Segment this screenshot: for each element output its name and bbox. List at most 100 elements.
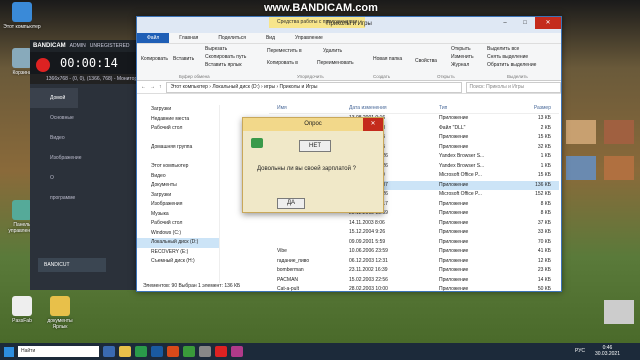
control-panel-icon [12, 200, 32, 220]
copy-path-button[interactable]: Скопировать путь [205, 54, 246, 60]
ribbon-tabs: Файл Главная Поделиться Вид Управление [137, 33, 561, 44]
column-name[interactable]: Имя [269, 103, 349, 113]
file-row[interactable]: 09.09.2001 5:59 Приложение 70 КБ [269, 238, 559, 248]
app-icon [251, 138, 263, 148]
cut-button[interactable]: Вырезать [205, 46, 227, 52]
forward-arrow-icon[interactable]: → [150, 84, 155, 90]
file-row[interactable]: bomberman 23.11.2002 16:39 Приложение 23 КБ [269, 266, 559, 276]
nav-item[interactable]: Локальный диск (D:) [137, 238, 219, 248]
bandicam-icon[interactable] [215, 346, 227, 357]
move-to-button[interactable]: Переместить в [267, 48, 302, 54]
nav-item[interactable]: Видео [137, 172, 219, 182]
select-none-button[interactable]: Снять выделение [487, 54, 528, 60]
paste-shortcut-button[interactable]: Вставить ярлык [205, 62, 242, 68]
tab-share[interactable]: Поделиться [208, 33, 256, 43]
unregistered-badge: UNREGISTERED [89, 43, 130, 49]
nav-video[interactable]: Видео [30, 128, 78, 148]
nav-item[interactable]: Домашняя группа [137, 143, 219, 153]
paste-button[interactable]: Вставить [173, 56, 194, 62]
copy-to-button[interactable]: Копировать в [267, 60, 298, 66]
desktop-thumbnail[interactable] [566, 156, 596, 180]
file-size: 23 КБ [537, 267, 551, 273]
computer-icon [12, 2, 32, 22]
start-button[interactable] [4, 346, 14, 357]
task-view-icon[interactable] [103, 346, 115, 357]
edit-button[interactable]: Изменить [451, 54, 474, 60]
desktop-thumbnail[interactable] [566, 120, 596, 144]
dialog-question: Довольны ли вы своей зарплатой ? [257, 166, 356, 172]
desktop-icon-passfab[interactable]: PassFab [2, 296, 42, 324]
tab-file[interactable]: Файл [137, 33, 170, 43]
new-folder-button[interactable]: Новая папка [373, 56, 402, 62]
delete-button[interactable]: Удалить [323, 48, 342, 54]
select-all-button[interactable]: Выделить все [487, 46, 519, 52]
nav-item[interactable]: Съемный диск (H:) [137, 257, 219, 267]
properties-button[interactable]: Свойства [415, 58, 437, 64]
taskbar-search[interactable]: Найти [18, 346, 99, 357]
open-button[interactable]: Открыть [451, 46, 471, 52]
minecraft-icon[interactable] [183, 346, 195, 357]
nav-item[interactable]: Загрузки [137, 105, 219, 115]
hp-icon[interactable] [151, 346, 163, 357]
address-bar[interactable]: Этот компьютер › Локальный диск (D:) › и… [165, 81, 462, 93]
rename-button[interactable]: Переименовать [317, 60, 354, 66]
file-row[interactable]: 15.12.2004 9:26 Приложение 33 КБ [269, 228, 559, 238]
file-row[interactable]: 14.11.2003 8:06 Приложение 37 КБ [269, 219, 559, 229]
nav-general[interactable]: Основные [30, 108, 78, 128]
column-date[interactable]: Дата изменения [349, 103, 439, 113]
file-type: Yandex Browser S... [439, 162, 485, 169]
app-icon[interactable] [231, 346, 243, 357]
nav-item[interactable]: Этот компьютер [137, 162, 219, 172]
file-date: 23.11.2002 16:39 [349, 267, 388, 273]
desktop-thumbnail[interactable] [604, 300, 634, 324]
close-button[interactable]: ✕ [535, 17, 561, 29]
nav-item[interactable]: Windows (C:) [137, 229, 219, 239]
up-arrow-icon[interactable]: ↑ [159, 84, 162, 90]
nav-item[interactable]: Загрузки [137, 191, 219, 201]
tab-manage[interactable]: Управление [285, 33, 333, 43]
nav-item[interactable]: RECOVERY (E:) [137, 248, 219, 258]
nav-about[interactable]: О программе [30, 168, 78, 201]
back-arrow-icon[interactable]: ← [141, 84, 146, 90]
bandicut-button[interactable]: BANDICUT [38, 258, 106, 272]
column-type[interactable]: Тип [439, 103, 511, 113]
maximize-button[interactable]: □ [515, 17, 535, 29]
file-row[interactable]: Vibe 10.06.2006 23:59 Приложение 41 КБ [269, 247, 559, 257]
nav-item[interactable]: Музыка [137, 210, 219, 220]
file-name [269, 228, 349, 238]
tab-home[interactable]: Главная [169, 33, 208, 43]
invert-selection-button[interactable]: Обратить выделение [487, 62, 536, 68]
nav-item[interactable]: Рабочий стол [137, 219, 219, 229]
browser-icon[interactable] [135, 346, 147, 357]
clock[interactable]: 0:46 30.03.2021 [595, 345, 620, 357]
yes-button[interactable]: ДА [277, 198, 305, 209]
nav-item[interactable]: Документы [137, 181, 219, 191]
column-size[interactable]: Размер [511, 103, 551, 113]
record-button[interactable] [36, 58, 50, 72]
language-indicator[interactable]: РУС [575, 348, 585, 354]
minimize-button[interactable]: – [495, 17, 515, 29]
nav-item[interactable]: Рабочий стол [137, 124, 219, 134]
copy-button[interactable]: Копировать [141, 56, 168, 62]
nav-image[interactable]: Изображение [30, 148, 82, 168]
desktop-thumbnail[interactable] [604, 120, 634, 144]
select-group-label: Выделить [507, 74, 528, 79]
desktop-thumbnail[interactable] [604, 156, 634, 180]
nav-item[interactable]: Изображения [137, 200, 219, 210]
no-button[interactable]: НЕТ [299, 140, 331, 152]
file-explorer-icon[interactable] [119, 346, 131, 357]
journal-button[interactable]: Журнал [451, 62, 469, 68]
dialog-close-button[interactable]: ✕ [363, 118, 383, 131]
file-row[interactable]: гадание_пиво 06.12.2003 12:31 Приложение 12… [269, 257, 559, 267]
desktop-icon-computer[interactable]: Этот компьютер [2, 2, 42, 30]
file-size: 13 КБ [537, 115, 551, 121]
desktop-icon-documents[interactable]: документы Ярлык [40, 296, 80, 330]
app-icon[interactable] [199, 346, 211, 357]
nav-home[interactable]: Домой [30, 88, 78, 108]
app-icon[interactable] [167, 346, 179, 357]
nav-item[interactable]: Недавние места [137, 115, 219, 125]
create-group-label: Создать [373, 74, 391, 79]
address-bar-row: ← → ↑ Этот компьютер › Локальный диск (D… [137, 81, 561, 94]
tab-view[interactable]: Вид [256, 33, 285, 43]
search-input[interactable]: Поиск: Приколы и Игры [465, 81, 561, 93]
